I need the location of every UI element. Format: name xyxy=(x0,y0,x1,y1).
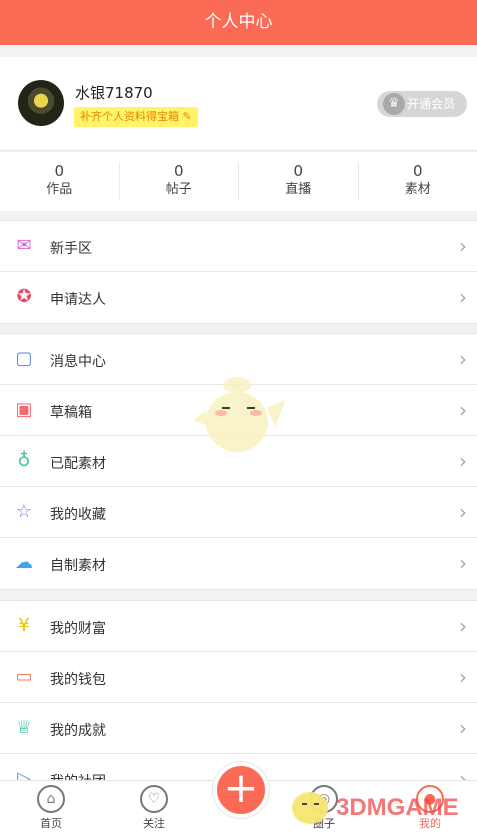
stat-count: 0 xyxy=(54,162,65,180)
profile-card[interactable]: 水银71870 补齐个人资料得宝箱 ✎ ♛ 开通会员 xyxy=(0,57,477,151)
menu-item-favorites[interactable]: ☆ 我的收藏 › xyxy=(0,487,477,538)
stat-label: 作品 xyxy=(46,182,73,197)
menu-item-wealth[interactable]: ¥ 我的财富 › xyxy=(0,601,477,652)
coin-icon: ¥ xyxy=(18,615,30,636)
stat-posts[interactable]: 0 帖子 xyxy=(120,162,239,201)
tab-label: 首页 xyxy=(40,817,62,830)
page-title: 个人中心 xyxy=(0,0,477,45)
menu-item-label: 我的钱包 xyxy=(50,672,106,688)
menu-item-label: 自制素材 xyxy=(50,558,106,574)
stat-count: 0 xyxy=(412,162,423,180)
chevron-right-icon: › xyxy=(459,551,467,575)
create-button[interactable]: + xyxy=(213,762,269,818)
menu-item-label: 我的财富 xyxy=(50,621,106,637)
menu-item-apply-expert[interactable]: ✪ 申请达人 › xyxy=(0,272,477,323)
chevron-right-icon: › xyxy=(459,398,467,422)
tab-label: 关注 xyxy=(143,817,165,830)
stat-label: 直播 xyxy=(285,182,312,197)
menu-group-2: ▢ 消息中心 › ▣ 草稿箱 › ♁ 已配素材 › ☆ 我的收藏 › ☁ 自制素… xyxy=(0,333,477,590)
menu-item-label: 我的成就 xyxy=(50,723,106,739)
home-icon: ⌂ xyxy=(37,785,65,813)
star-badge-icon: ✪ xyxy=(16,286,32,307)
menu-item-wallet[interactable]: ▭ 我的钱包 › xyxy=(0,652,477,703)
vip-button[interactable]: ♛ 开通会员 xyxy=(377,91,467,117)
chevron-right-icon: › xyxy=(459,614,467,638)
menu-item-label: 申请达人 xyxy=(50,292,106,308)
watermark-text: 3DMGAME xyxy=(336,794,459,821)
chevron-right-icon: › xyxy=(459,347,467,371)
microphone-icon: ♁ xyxy=(17,450,31,471)
chevron-right-icon: › xyxy=(459,716,467,740)
username: 水银71870 xyxy=(75,84,153,102)
stat-count: 0 xyxy=(293,162,304,180)
tab-follow[interactable]: ♡ 关注 xyxy=(124,785,184,831)
stats-bar: 0 作品 0 帖子 0 直播 0 素材 xyxy=(0,152,477,211)
chevron-right-icon: › xyxy=(459,449,467,473)
3dmgame-watermark: 3DMGAME xyxy=(292,792,459,824)
stat-label: 素材 xyxy=(404,182,431,197)
stat-works[interactable]: 0 作品 xyxy=(0,162,120,201)
inbox-icon: ▣ xyxy=(15,399,33,420)
trophy-icon: ♕ xyxy=(15,717,33,738)
menu-item-label: 消息中心 xyxy=(50,354,106,370)
stat-count: 0 xyxy=(173,162,184,180)
vip-label: 开通会员 xyxy=(407,97,456,111)
menu-item-label: 新手区 xyxy=(50,241,92,257)
menu-item-newbie[interactable]: ✉ 新手区 › xyxy=(0,221,477,272)
profile-promo-badge[interactable]: 补齐个人资料得宝箱 ✎ xyxy=(74,107,198,127)
menu-item-label: 我的收藏 xyxy=(50,507,106,523)
avatar[interactable] xyxy=(18,80,64,126)
menu-item-achievements[interactable]: ♕ 我的成就 › xyxy=(0,703,477,754)
chevron-right-icon: › xyxy=(459,665,467,689)
menu-group-1: ✉ 新手区 › ✪ 申请达人 › xyxy=(0,220,477,324)
gift-icon: ✉ xyxy=(16,235,32,256)
stat-live[interactable]: 0 直播 xyxy=(239,162,359,201)
stat-materials[interactable]: 0 素材 xyxy=(359,162,477,201)
menu-item-label: 草稿箱 xyxy=(50,405,92,421)
wallet-icon: ▭ xyxy=(15,666,33,687)
message-icon: ▢ xyxy=(15,348,33,369)
tab-home[interactable]: ⌂ 首页 xyxy=(21,785,81,831)
menu-item-label: 已配素材 xyxy=(50,456,106,472)
bookmark-star-icon: ☆ xyxy=(15,501,33,522)
stat-label: 帖子 xyxy=(165,182,192,197)
heart-icon: ♡ xyxy=(140,785,168,813)
cloud-upload-icon: ☁ xyxy=(15,552,33,573)
chevron-right-icon: › xyxy=(459,500,467,524)
menu-item-own-materials[interactable]: ☁ 自制素材 › xyxy=(0,538,477,589)
chevron-right-icon: › xyxy=(459,234,467,258)
chevron-right-icon: › xyxy=(459,285,467,309)
crown-icon: ♛ xyxy=(383,93,405,115)
mascot-overlay xyxy=(193,377,286,452)
